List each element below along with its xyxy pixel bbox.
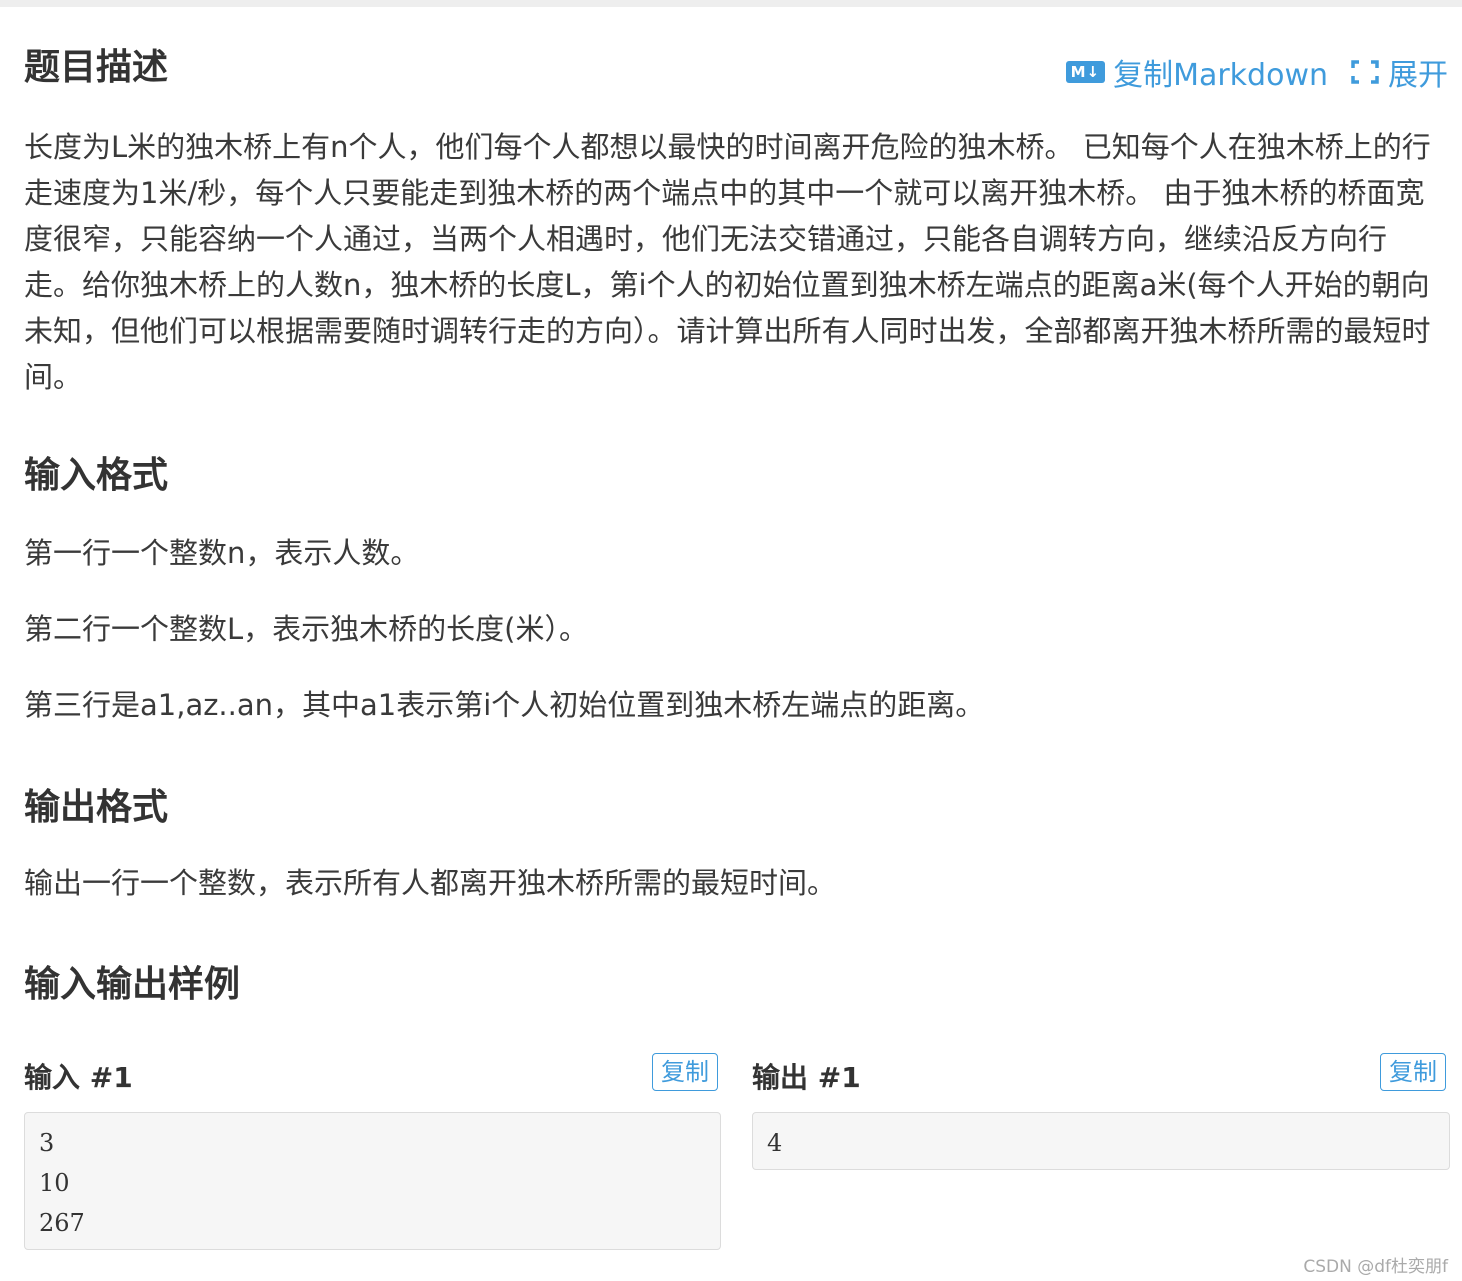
sample-input-box[interactable]: 3 10 267 xyxy=(24,1112,721,1250)
sample-input-title: 输入 #1 xyxy=(24,1061,133,1094)
description-text: 长度为L米的独木桥上有n个人，他们每个人都想以最快的时间离开危险的独木桥。 已知… xyxy=(24,130,1431,394)
samples-title: 输入输出样例 xyxy=(24,964,241,1005)
output-format-line: 输出一行一个整数，表示所有人都离开独木桥所需的最短时间。 xyxy=(24,866,837,900)
sample-input-line: 10 xyxy=(39,1169,70,1197)
sample-input-line: 267 xyxy=(39,1209,85,1237)
expand-button[interactable]: 展开 xyxy=(1350,50,1448,94)
input-format-title: 输入格式 xyxy=(24,455,169,496)
input-format-line: 第一行一个整数n，表示人数。 xyxy=(24,536,420,570)
markdown-icon: M↓ xyxy=(1065,61,1106,83)
expand-icon xyxy=(1350,59,1380,85)
watermark: CSDN @df杜奕朋f xyxy=(1303,1257,1448,1277)
copy-output-button[interactable]: 复制 xyxy=(1380,1053,1446,1091)
sample-output-title: 输出 #1 xyxy=(752,1061,861,1094)
expand-label: 展开 xyxy=(1388,58,1448,93)
output-format-title: 输出格式 xyxy=(24,787,169,828)
sample-output-box[interactable]: 4 xyxy=(752,1112,1450,1170)
toolbar: M↓ 复制Markdown 展开 xyxy=(1065,50,1448,94)
input-format-line: 第三行是a1,az..an，其中a1表示第i个人初始位置到独木桥左端点的距离。 xyxy=(24,688,985,722)
copy-markdown-button[interactable]: M↓ 复制Markdown xyxy=(1065,50,1328,94)
input-format-line: 第二行一个整数L，表示独木桥的长度(米）。 xyxy=(24,612,588,646)
description-title: 题目描述 xyxy=(24,47,169,88)
copy-input-button[interactable]: 复制 xyxy=(652,1053,718,1091)
sample-output-line: 4 xyxy=(767,1129,783,1157)
sample-input-line: 3 xyxy=(39,1129,55,1157)
copy-markdown-label: 复制Markdown xyxy=(1113,58,1328,93)
top-border xyxy=(0,0,1462,7)
